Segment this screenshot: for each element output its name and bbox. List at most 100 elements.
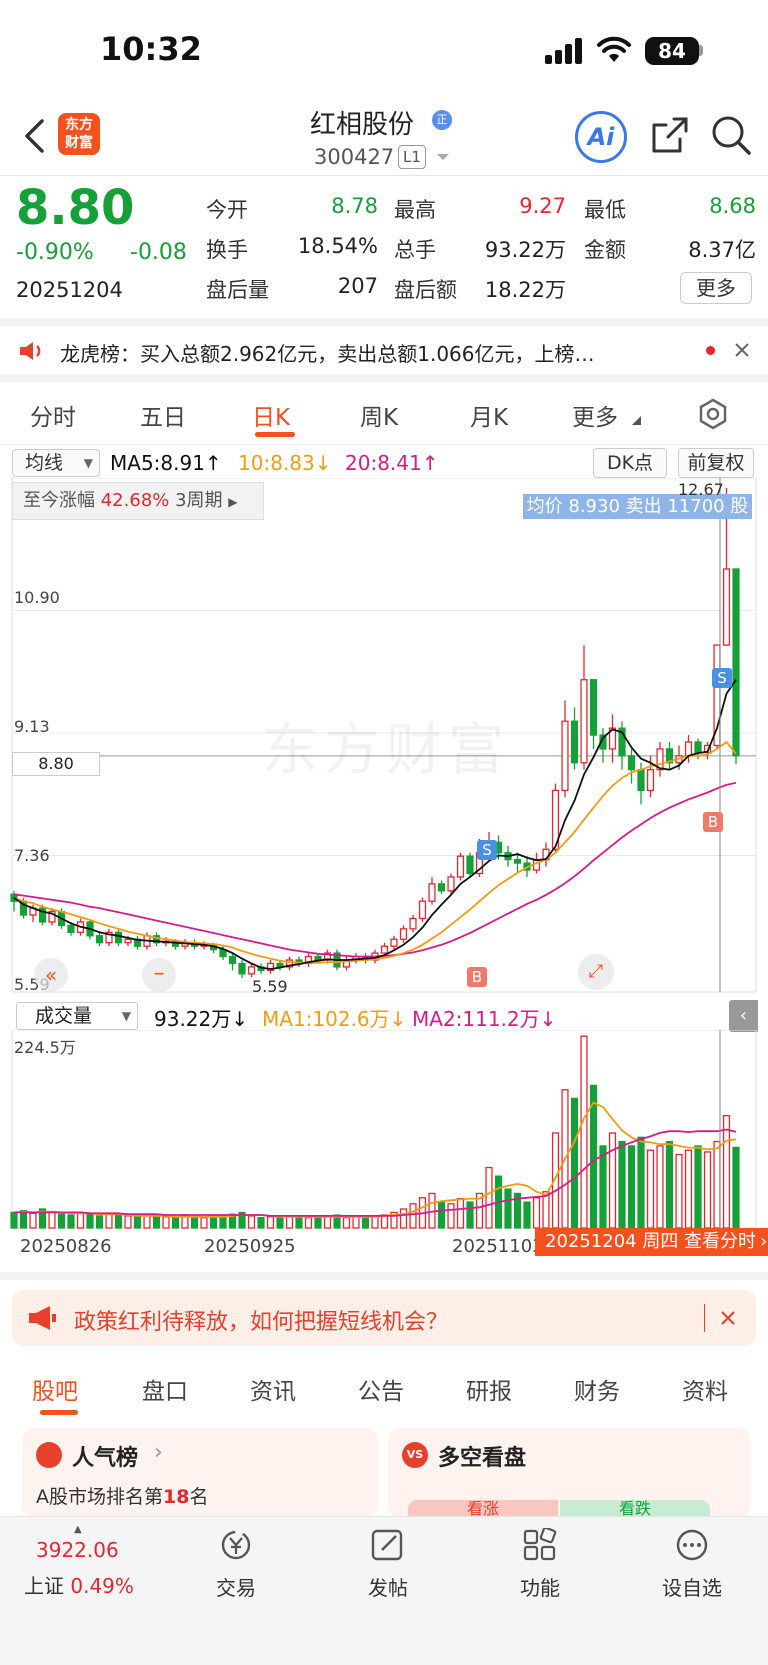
volume-bar bbox=[257, 1216, 265, 1229]
index-row: 上证 0.49% bbox=[24, 1570, 134, 1599]
nav-functions[interactable]: 功能 bbox=[490, 1572, 590, 1601]
long-short-card[interactable]: VS 多空看盘 看涨 看跌 bbox=[388, 1428, 750, 1518]
volume-bar bbox=[67, 1214, 75, 1229]
megaphone-icon bbox=[29, 1306, 56, 1330]
nav-trade[interactable]: 交易 bbox=[186, 1572, 286, 1601]
volume-bar bbox=[105, 1213, 113, 1229]
promo-text[interactable]: 政策红利待释放，如何把握短线机会？ bbox=[74, 1304, 448, 1336]
stock-code[interactable]: 300427 bbox=[314, 145, 394, 169]
candle-body bbox=[399, 928, 408, 940]
vol-ma1-line bbox=[13, 1101, 737, 1218]
volume-bar bbox=[10, 1211, 18, 1229]
tab-five-day[interactable]: 五日 bbox=[140, 398, 186, 432]
candle-body bbox=[456, 855, 465, 878]
volume-chart[interactable] bbox=[0, 1030, 768, 1230]
ai-button[interactable]: Ai bbox=[575, 111, 627, 163]
tab-intraday[interactable]: 分时 bbox=[30, 398, 76, 432]
volume-bar bbox=[466, 1201, 474, 1229]
tab-more[interactable]: 更多 bbox=[572, 398, 618, 432]
volume-bar bbox=[114, 1214, 123, 1229]
quote-field-label: 盘后量 bbox=[206, 278, 269, 302]
volume-bar bbox=[181, 1215, 189, 1229]
candle-body bbox=[447, 876, 455, 892]
volume-bar bbox=[29, 1212, 37, 1229]
tab-announcements[interactable]: 公告 bbox=[358, 1372, 404, 1406]
level-badge[interactable]: L1 bbox=[398, 145, 426, 169]
candle-body bbox=[732, 568, 740, 757]
candle-body bbox=[513, 859, 522, 864]
quote-field-label: 总手 bbox=[394, 238, 436, 262]
nav-post[interactable]: 发帖 bbox=[338, 1572, 438, 1601]
indicator-select[interactable]: 均线 ▼ bbox=[12, 449, 100, 477]
candle-body bbox=[722, 568, 731, 646]
vol-ma2-line bbox=[14, 1128, 737, 1217]
yen-exchange-icon[interactable] bbox=[186, 1528, 286, 1570]
notice-text[interactable]: 龙虎榜：买入总额2.962亿元，卖出总额1.066亿元，上榜… bbox=[60, 338, 595, 367]
dk-label: DK点 bbox=[606, 452, 654, 474]
date-tag[interactable]: 20251204 周四 查看分时 › bbox=[535, 1228, 768, 1256]
vol-ma1-label: MA1:102.6万↓ bbox=[262, 1007, 407, 1031]
tab-research[interactable]: 研报 bbox=[466, 1372, 512, 1406]
volume-bar bbox=[675, 1153, 683, 1229]
quote-field-value: 8.78 bbox=[331, 194, 378, 218]
volume-bar bbox=[684, 1149, 693, 1229]
close-icon[interactable] bbox=[734, 342, 750, 358]
close-icon[interactable] bbox=[720, 1310, 736, 1326]
tab-week-k[interactable]: 周K bbox=[360, 398, 398, 432]
volume-bar bbox=[523, 1201, 531, 1229]
volume-indicator-select[interactable]: 成交量 ▼ bbox=[16, 1002, 138, 1030]
collapse-panel-icon[interactable]: ‹ bbox=[729, 1000, 758, 1032]
stock-name[interactable]: 红相股份 bbox=[310, 104, 414, 141]
nav-add-watchlist[interactable]: 设自选 bbox=[642, 1572, 742, 1601]
candle-body bbox=[228, 955, 237, 965]
scroll-left-icon[interactable]: « bbox=[34, 958, 68, 992]
candle-body bbox=[409, 917, 417, 930]
index-widget[interactable]: ▲ 3922.06 上证 0.49% bbox=[20, 1524, 160, 1598]
volume-bar bbox=[209, 1215, 218, 1229]
quote-field-label: 盘后额 bbox=[394, 278, 457, 302]
adjust-button[interactable]: 前复权 bbox=[678, 448, 754, 478]
candle-body bbox=[589, 679, 598, 736]
candle-body bbox=[684, 741, 693, 757]
search-icon[interactable] bbox=[710, 114, 752, 156]
popularity-card[interactable]: 人气榜 › A股市场排名第18名 bbox=[22, 1428, 378, 1518]
y-axis-label: 9.13 bbox=[14, 717, 50, 736]
more-dots-icon[interactable] bbox=[642, 1528, 742, 1570]
tab-day-k[interactable]: 日K bbox=[252, 398, 290, 432]
volume-bar bbox=[627, 1145, 636, 1229]
since-gain-box[interactable]: 至今涨幅 42.68% 3周期 ▶ bbox=[12, 482, 264, 520]
rank-suffix: 名 bbox=[189, 1486, 209, 1508]
candle-body bbox=[390, 938, 398, 947]
speaker-icon bbox=[20, 342, 41, 360]
volume-bar bbox=[143, 1214, 151, 1229]
volume-bar bbox=[656, 1145, 664, 1229]
volume-bar bbox=[637, 1136, 645, 1229]
dropdown-icon: ▼ bbox=[121, 1009, 131, 1023]
dk-point-button[interactable]: DK点 bbox=[593, 448, 667, 478]
expand-icon[interactable]: ⤢ bbox=[578, 954, 614, 990]
more-button[interactable]: 更多 bbox=[680, 272, 752, 304]
share-icon[interactable] bbox=[650, 115, 690, 155]
tab-guba[interactable]: 股吧 bbox=[32, 1372, 78, 1406]
gear-icon[interactable] bbox=[697, 398, 729, 430]
quote-field-label: 最高 bbox=[394, 198, 436, 222]
candle-body bbox=[561, 720, 569, 792]
since-gain-label: 至今涨幅 bbox=[23, 490, 95, 511]
tab-profile[interactable]: 资料 bbox=[682, 1372, 728, 1406]
volume-bar bbox=[599, 1145, 607, 1229]
back-icon[interactable] bbox=[22, 118, 46, 154]
tab-news[interactable]: 资讯 bbox=[250, 1372, 296, 1406]
volume-bar bbox=[276, 1216, 284, 1229]
candle-body bbox=[580, 679, 588, 764]
tab-order-book[interactable]: 盘口 bbox=[142, 1372, 188, 1406]
popularity-rank: A股市场排名第18名 bbox=[36, 1482, 208, 1509]
zoom-out-icon[interactable]: – bbox=[142, 958, 176, 992]
volume-bar bbox=[409, 1203, 417, 1229]
tab-month-k[interactable]: 月K bbox=[470, 398, 508, 432]
sell-signal: S bbox=[712, 668, 732, 688]
tab-finance[interactable]: 财务 bbox=[574, 1372, 620, 1406]
volume-bar bbox=[665, 1140, 674, 1229]
dropdown-icon[interactable] bbox=[436, 152, 450, 162]
grid-icon[interactable] bbox=[490, 1526, 590, 1570]
edit-post-icon[interactable] bbox=[338, 1528, 438, 1570]
